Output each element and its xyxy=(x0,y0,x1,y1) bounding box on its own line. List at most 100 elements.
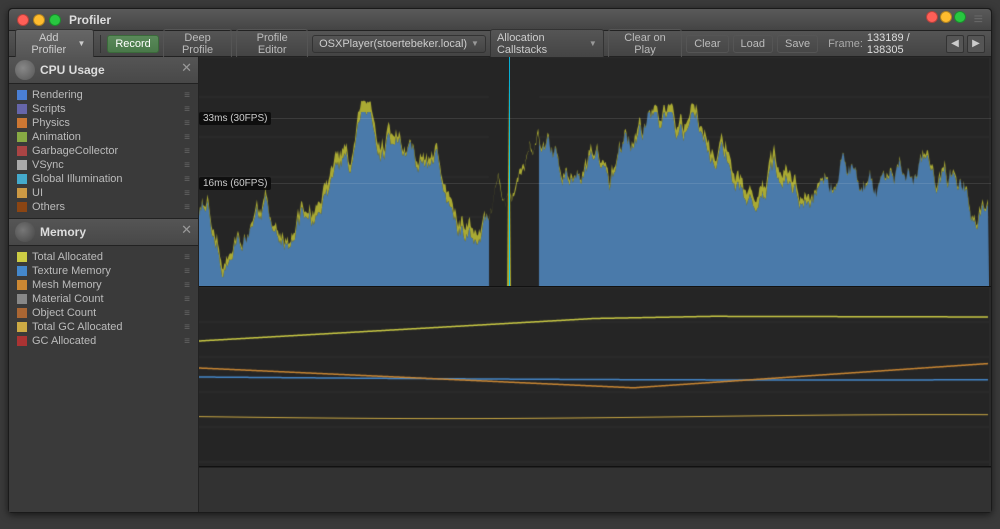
legend-swatch xyxy=(17,252,27,262)
legend-swatch xyxy=(17,188,27,198)
legend-menu-icon[interactable]: ≡ xyxy=(184,322,190,333)
legend-menu-icon[interactable]: ≡ xyxy=(184,174,190,185)
legend-swatch xyxy=(17,146,27,156)
cpu-panel-close[interactable]: ✕ xyxy=(181,61,192,74)
legend-item[interactable]: GarbageCollector ≡ xyxy=(11,144,196,158)
legend-menu-icon[interactable]: ≡ xyxy=(184,146,190,157)
legend-swatch xyxy=(17,160,27,170)
legend-label: GC Allocated xyxy=(32,335,96,347)
connection-dropdown[interactable]: OSXPlayer(stoertebeker.local) xyxy=(312,35,486,53)
legend-menu-icon[interactable]: ≡ xyxy=(184,118,190,129)
legend-menu-icon[interactable]: ≡ xyxy=(184,280,190,291)
legend-label: Others xyxy=(32,201,65,213)
profile-editor-button[interactable]: Profile Editor xyxy=(236,29,308,59)
60fps-marker: 16ms (60FPS) xyxy=(199,177,991,190)
record-button[interactable]: Record xyxy=(107,35,158,53)
memory-icon xyxy=(15,222,35,242)
legend-label: Rendering xyxy=(32,89,83,101)
legend-swatch xyxy=(17,308,27,318)
legend-label: Animation xyxy=(32,131,81,143)
title-bar: Profiler ≡ xyxy=(9,9,991,31)
tb2-yellow[interactable] xyxy=(940,11,952,23)
add-profiler-button[interactable]: Add Profiler xyxy=(15,29,94,59)
legend-label: UI xyxy=(32,187,43,199)
legend-menu-icon[interactable]: ≡ xyxy=(184,294,190,305)
close-button[interactable] xyxy=(17,14,29,26)
legend-menu-icon[interactable]: ≡ xyxy=(184,202,190,213)
legend-label: Scripts xyxy=(32,103,66,115)
legend-item[interactable]: GC Allocated ≡ xyxy=(11,334,196,348)
legend-menu-icon[interactable]: ≡ xyxy=(184,90,190,101)
legend-item[interactable]: UI ≡ xyxy=(11,186,196,200)
legend-item[interactable]: Total GC Allocated ≡ xyxy=(11,320,196,334)
title-bar-right: ≡ xyxy=(926,11,983,29)
legend-menu-icon[interactable]: ≡ xyxy=(184,266,190,277)
frame-label: Frame: xyxy=(828,38,863,50)
legend-menu-icon[interactable]: ≡ xyxy=(184,132,190,143)
memory-panel-close[interactable]: ✕ xyxy=(181,223,192,236)
toolbar-sep-1 xyxy=(100,35,101,53)
legend-label: Texture Memory xyxy=(32,265,111,277)
bottom-panel xyxy=(199,467,991,512)
next-frame-button[interactable]: ▶ xyxy=(967,35,985,53)
frame-value: 133189 / 138305 xyxy=(867,32,940,56)
legend-item[interactable]: Material Count ≡ xyxy=(11,292,196,306)
graph-area: 33ms (30FPS) 16ms (60FPS) xyxy=(199,57,991,512)
legend-item[interactable]: Others ≡ xyxy=(11,200,196,214)
legend-label: Physics xyxy=(32,117,70,129)
legend-menu-icon[interactable]: ≡ xyxy=(184,104,190,115)
minimize-button[interactable] xyxy=(33,14,45,26)
legend-swatch xyxy=(17,266,27,276)
legend-label: GarbageCollector xyxy=(32,145,118,157)
legend-swatch xyxy=(17,118,27,128)
legend-swatch xyxy=(17,90,27,100)
legend-label: Total GC Allocated xyxy=(32,321,123,333)
legend-label: Object Count xyxy=(32,307,96,319)
legend-swatch xyxy=(17,280,27,290)
memory-legend-list: Total Allocated≡Texture Memory≡Mesh Memo… xyxy=(9,246,198,352)
legend-item[interactable]: Object Count ≡ xyxy=(11,306,196,320)
tb2-red[interactable] xyxy=(926,11,938,23)
options-icon[interactable]: ≡ xyxy=(974,11,983,29)
memory-panel-title: Memory xyxy=(40,225,86,239)
legend-item[interactable]: Rendering ≡ xyxy=(11,88,196,102)
allocation-callstacks-dropdown[interactable]: Allocation Callstacks xyxy=(490,29,604,59)
clear-on-play-button[interactable]: Clear on Play xyxy=(608,29,682,59)
legend-item[interactable]: Total Allocated ≡ xyxy=(11,250,196,264)
cpu-panel-header: CPU Usage ✕ xyxy=(9,57,198,84)
legend-menu-icon[interactable]: ≡ xyxy=(184,160,190,171)
legend-menu-icon[interactable]: ≡ xyxy=(184,252,190,263)
legend-swatch xyxy=(17,294,27,304)
maximize-button[interactable] xyxy=(49,14,61,26)
legend-item[interactable]: VSync ≡ xyxy=(11,158,196,172)
toolbar: Add Profiler Record Deep Profile Profile… xyxy=(9,31,991,57)
deep-profile-button[interactable]: Deep Profile xyxy=(163,29,233,59)
sidebar: CPU Usage ✕ Rendering≡Scripts≡Physics≡An… xyxy=(9,57,199,512)
legend-item[interactable]: Scripts ≡ xyxy=(11,102,196,116)
cpu-graph[interactable]: 33ms (30FPS) 16ms (60FPS) xyxy=(199,57,991,287)
legend-item[interactable]: Mesh Memory≡ xyxy=(11,278,196,292)
legend-menu-icon[interactable]: ≡ xyxy=(184,308,190,319)
clear-button[interactable]: Clear xyxy=(686,35,728,53)
legend-menu-icon[interactable]: ≡ xyxy=(184,188,190,199)
legend-swatch xyxy=(17,174,27,184)
legend-item[interactable]: Global Illumination ≡ xyxy=(11,172,196,186)
cpu-section: CPU Usage ✕ Rendering≡Scripts≡Physics≡An… xyxy=(9,57,198,219)
memory-graph[interactable] xyxy=(199,287,991,467)
legend-menu-icon[interactable]: ≡ xyxy=(184,336,190,347)
legend-item[interactable]: Animation ≡ xyxy=(11,130,196,144)
load-button[interactable]: Load xyxy=(733,35,773,53)
legend-label: Total Allocated xyxy=(32,251,103,263)
cpu-panel-title: CPU Usage xyxy=(40,63,105,77)
save-button[interactable]: Save xyxy=(777,35,818,53)
legend-item[interactable]: Physics ≡ xyxy=(11,116,196,130)
legend-label: VSync xyxy=(32,159,64,171)
legend-swatch xyxy=(17,322,27,332)
legend-label: Global Illumination xyxy=(32,173,123,185)
cpu-icon xyxy=(15,60,35,80)
tb2-green[interactable] xyxy=(954,11,966,23)
cpu-legend-list: Rendering≡Scripts≡Physics≡Animation≡Garb… xyxy=(9,84,198,218)
legend-item[interactable]: Texture Memory ≡ xyxy=(11,264,196,278)
legend-label: Material Count xyxy=(32,293,104,305)
prev-frame-button[interactable]: ◀ xyxy=(946,35,964,53)
